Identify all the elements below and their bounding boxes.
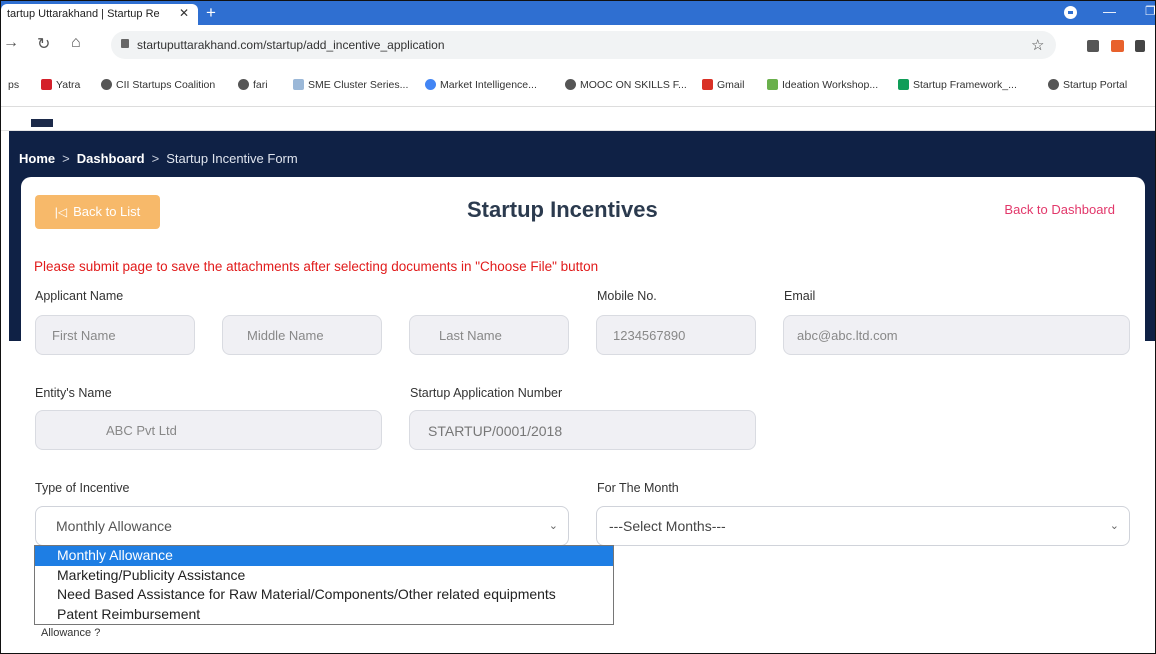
home-icon[interactable]: ⌂ — [71, 34, 81, 52]
option-need-based[interactable]: Need Based Assistance for Raw Material/C… — [35, 585, 613, 605]
bookmark-yatra[interactable]: Yatra — [41, 79, 80, 91]
maximize-icon[interactable]: ❐ — [1145, 4, 1155, 18]
bookmark-framework[interactable]: Startup Framework_... — [898, 79, 1017, 91]
bookmarks-bar: ps Yatra CII Startups Coalition fari SME… — [1, 67, 1155, 107]
page-title: Startup Incentives — [467, 197, 658, 222]
breadcrumb-current: Startup Incentive Form — [166, 151, 298, 166]
applicant-name-label: Applicant Name — [35, 289, 124, 303]
option-monthly-allowance[interactable]: Monthly Allowance — [35, 546, 613, 566]
tab-strip: tartup Uttarakhand | Startup Re ✕ + — ❐ — [1, 1, 1155, 25]
middle-name-field[interactable]: Middle Name — [222, 315, 382, 355]
entity-name-label: Entity's Name — [35, 386, 112, 400]
app-number-field[interactable]: STARTUP/0001/2018 — [409, 410, 756, 450]
new-tab-icon[interactable]: + — [206, 3, 216, 23]
breadcrumb-separator: > — [62, 151, 70, 166]
bookmark-market[interactable]: Market Intelligence... — [425, 79, 537, 91]
leaf-icon — [767, 79, 778, 90]
breadcrumb-separator: > — [151, 151, 160, 166]
globe-icon — [101, 79, 112, 90]
site-header — [1, 107, 1155, 131]
globe-icon — [565, 79, 576, 90]
email-field[interactable]: abc@abc.ltd.com — [783, 315, 1130, 355]
incentive-selected-value: Monthly Allowance — [56, 518, 172, 534]
bookmark-apps[interactable]: ps — [8, 79, 19, 91]
bookmark-star-icon[interactable]: ☆ — [1031, 36, 1044, 54]
profile-icon[interactable] — [1064, 6, 1077, 19]
incentive-options-list: Monthly Allowance Marketing/Publicity As… — [34, 545, 614, 625]
entity-name-field[interactable]: ABC Pvt Ltd — [35, 410, 382, 450]
allowance-question: Allowance ? — [41, 627, 101, 639]
url-bar[interactable]: startuputtarakhand.com/startup/add_incen… — [111, 31, 1056, 59]
breadcrumb-home[interactable]: Home — [19, 151, 55, 166]
bookmark-portal[interactable]: Startup Portal — [1048, 79, 1127, 91]
breadcrumb-dashboard[interactable]: Dashboard — [77, 151, 145, 166]
url-text: startuputtarakhand.com/startup/add_incen… — [137, 38, 445, 52]
incentive-type-label: Type of Incentive — [35, 481, 130, 495]
option-patent[interactable]: Patent Reimbursement — [35, 605, 613, 625]
back-to-list-label: Back to List — [73, 204, 141, 219]
browser-window: tartup Uttarakhand | Startup Re ✕ + — ❐ … — [0, 0, 1156, 654]
bookmark-cii[interactable]: CII Startups Coalition — [101, 79, 215, 91]
back-to-list-button[interactable]: |◁ Back to List — [35, 195, 160, 229]
month-selected-value: ---Select Months--- — [609, 518, 726, 534]
yatra-icon — [41, 79, 52, 90]
email-label: Email — [784, 289, 816, 303]
address-bar-row: → ↻ ⌂ startuputtarakhand.com/startup/add… — [1, 25, 1155, 67]
first-name-field[interactable]: First Name — [35, 315, 195, 355]
first-page-icon: |◁ — [54, 205, 68, 219]
site-logo[interactable] — [31, 119, 53, 127]
extension-icon[interactable] — [1111, 40, 1124, 52]
bookmark-sme[interactable]: SME Cluster Series... — [293, 79, 408, 91]
mobile-field[interactable]: 1234567890 — [596, 315, 756, 355]
chevron-down-icon: ⌄ — [548, 520, 558, 532]
app-number-label: Startup Application Number — [410, 386, 563, 400]
month-label: For The Month — [597, 481, 679, 495]
globe-icon — [1048, 79, 1059, 90]
browser-tab[interactable]: tartup Uttarakhand | Startup Re ✕ — [1, 4, 198, 25]
month-select[interactable]: ---Select Months--- ⌄ — [596, 506, 1130, 546]
attachment-notice: Please submit page to save the attachmen… — [34, 259, 599, 274]
bookmark-mooc[interactable]: MOOC ON SKILLS F... — [565, 79, 687, 91]
last-name-field[interactable]: Last Name — [409, 315, 569, 355]
bookmark-ideation[interactable]: Ideation Workshop... — [767, 79, 878, 91]
incentive-type-select[interactable]: Monthly Allowance ⌄ — [35, 506, 569, 546]
puzzle-icon[interactable] — [1135, 40, 1145, 52]
lock-icon — [121, 39, 129, 48]
bookmark-fari[interactable]: fari — [238, 79, 268, 91]
google-icon — [425, 79, 436, 90]
option-marketing[interactable]: Marketing/Publicity Assistance — [35, 566, 613, 586]
chevron-down-icon: ⌄ — [1109, 520, 1119, 532]
bookmark-gmail[interactable]: Gmail — [702, 79, 744, 91]
gmail-icon — [702, 79, 713, 90]
forward-arrow-icon[interactable]: → — [3, 34, 19, 52]
back-to-dashboard-link[interactable]: Back to Dashboard — [1004, 202, 1115, 217]
doc-icon — [293, 79, 304, 90]
minimize-icon[interactable]: — — [1103, 4, 1116, 19]
tab-title: tartup Uttarakhand | Startup Re — [7, 8, 160, 20]
breadcrumb: Home > Dashboard > Startup Incentive Form — [19, 151, 298, 166]
sheets-icon — [898, 79, 909, 90]
mobile-label: Mobile No. — [597, 289, 657, 303]
tab-close-icon[interactable]: ✕ — [179, 6, 189, 20]
reload-icon[interactable]: ↻ — [37, 34, 50, 54]
globe-icon — [238, 79, 249, 90]
extension-icon[interactable] — [1087, 40, 1099, 52]
